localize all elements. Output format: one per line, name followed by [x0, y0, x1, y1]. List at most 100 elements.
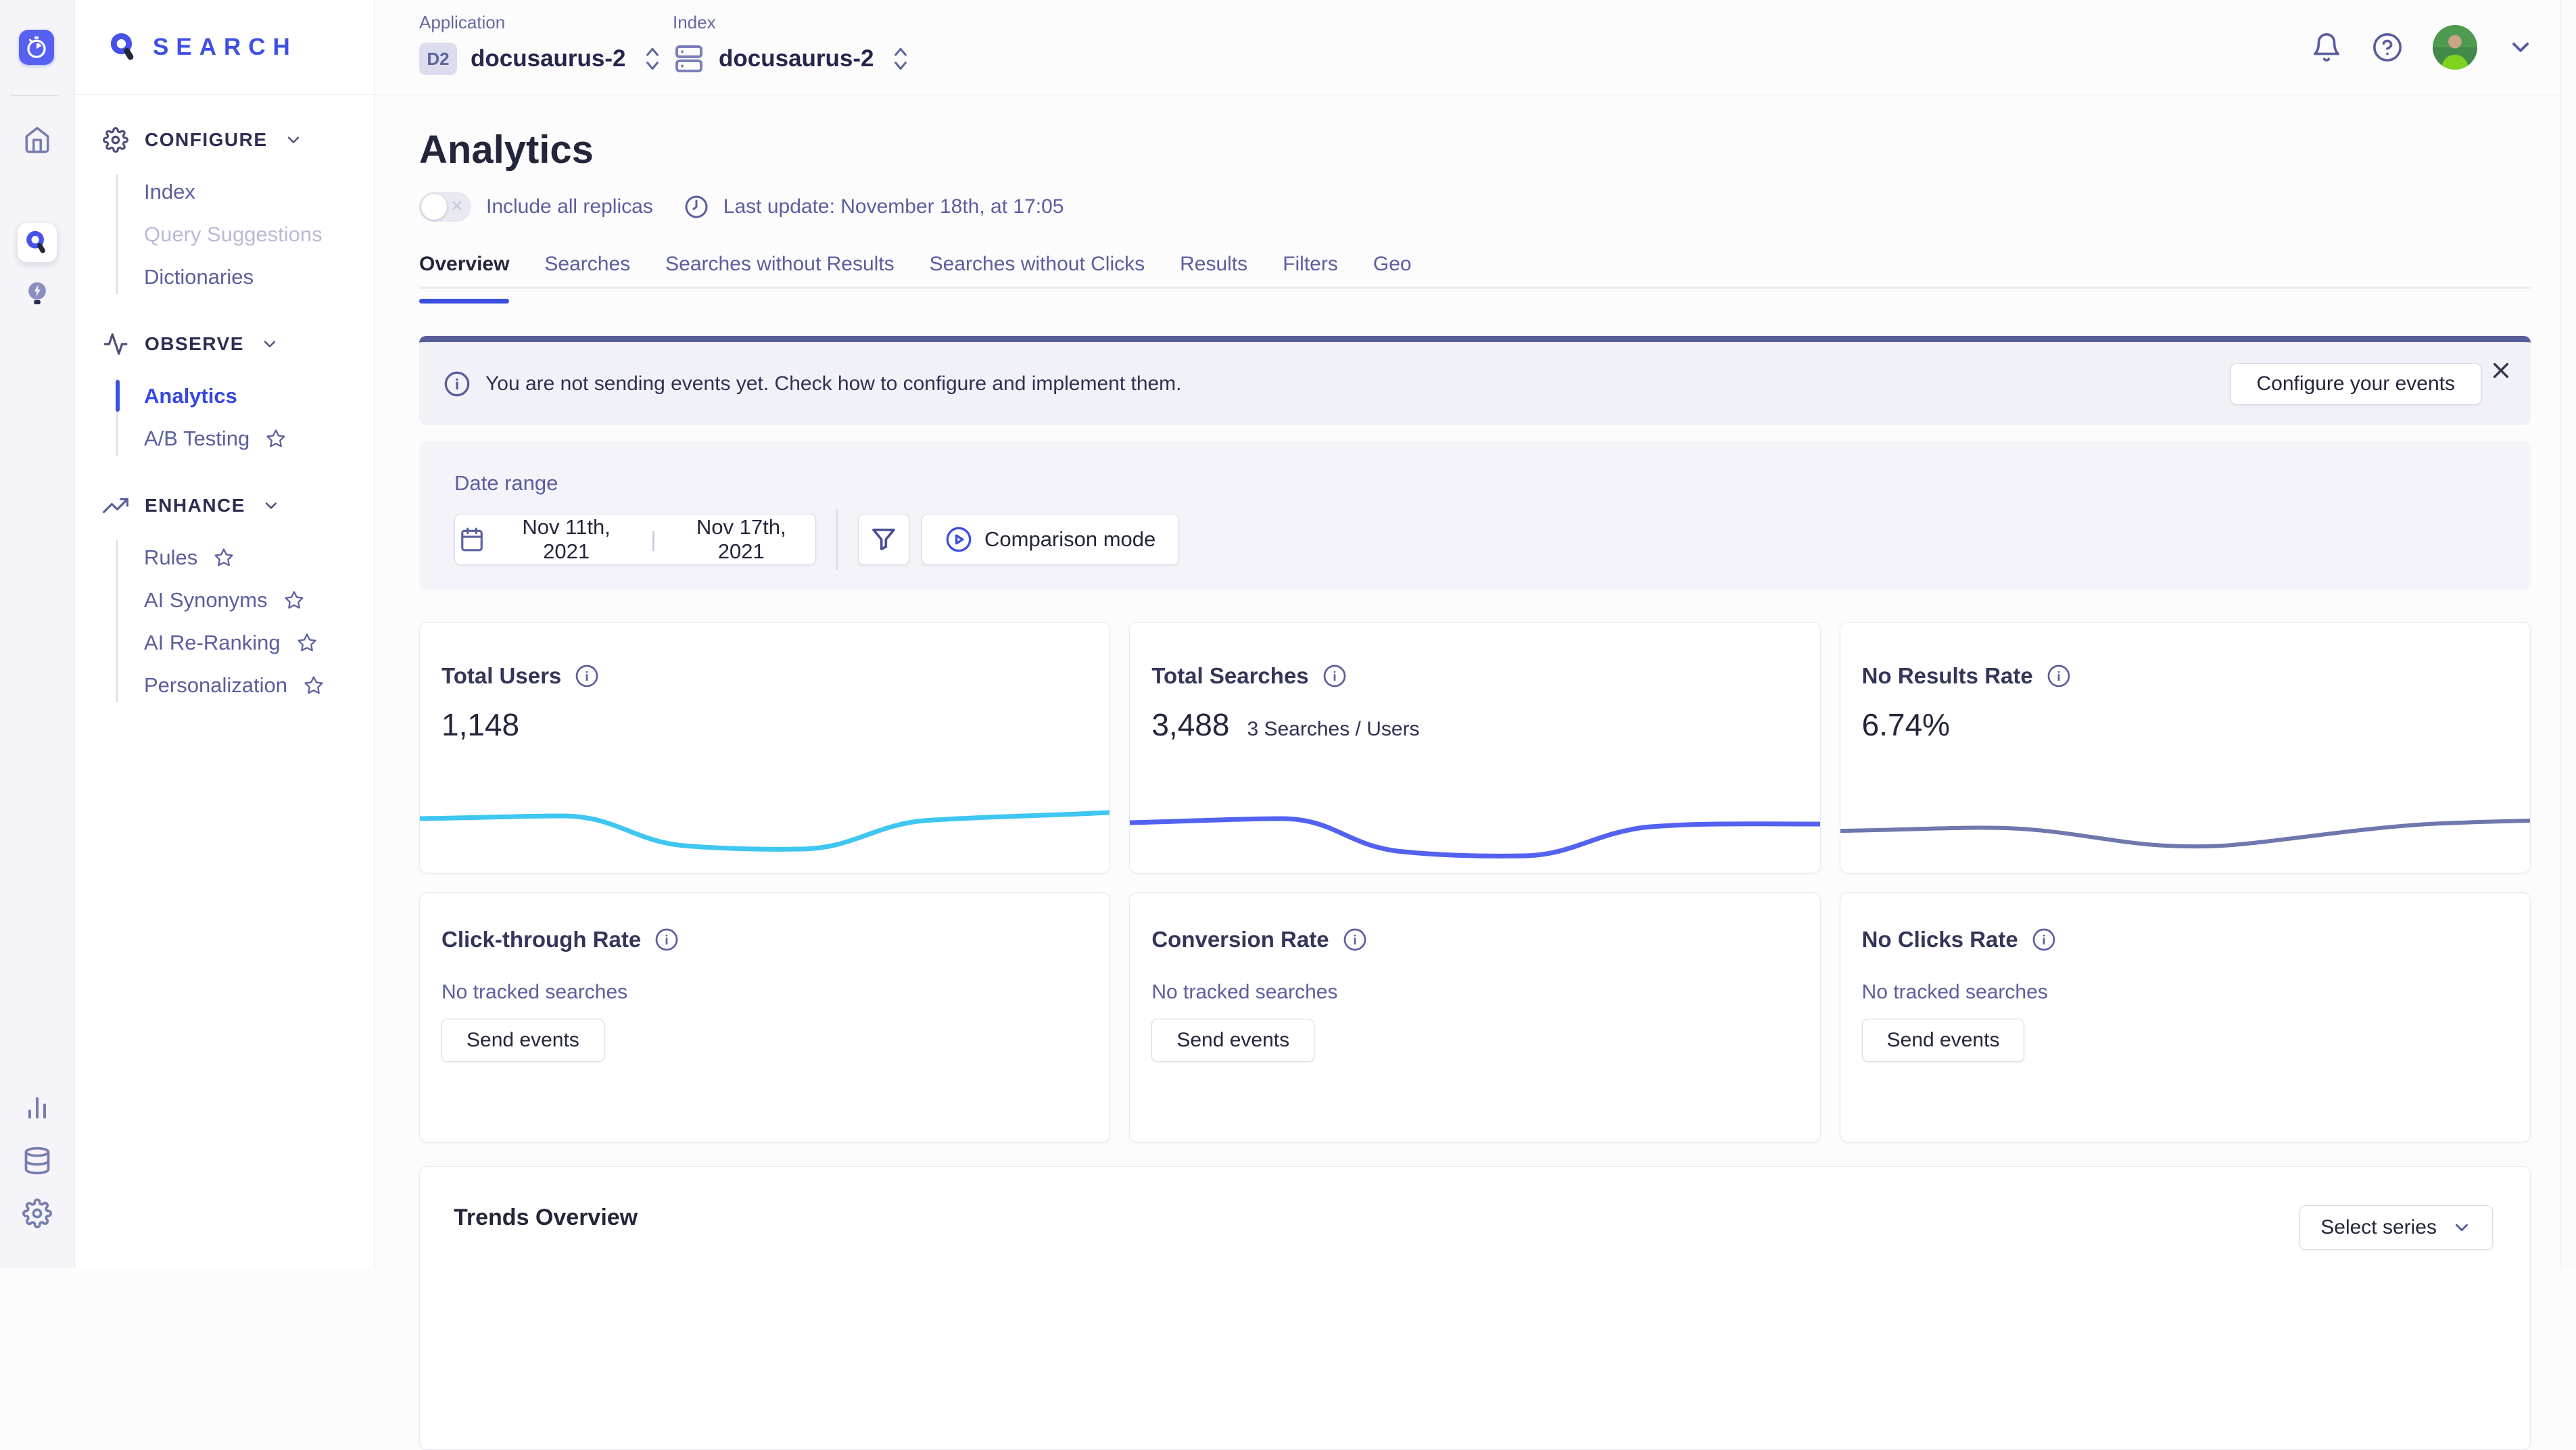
include-replicas-toggle[interactable]: ✕: [419, 192, 471, 222]
sidebar-section-enhance[interactable]: ENHANCE: [74, 483, 374, 528]
sidebar-item-label: Personalization: [144, 673, 287, 698]
user-avatar[interactable]: [2433, 25, 2477, 70]
info-icon[interactable]: [2032, 927, 2056, 952]
search-logo-icon: [108, 32, 139, 63]
chevron-down-icon: [262, 496, 281, 515]
star-icon[interactable]: [304, 675, 324, 696]
application-selector: Application D2 docusaurus-2: [419, 12, 661, 75]
info-icon[interactable]: [2047, 664, 2071, 688]
bar-chart-icon[interactable]: [22, 1092, 52, 1122]
app-logo[interactable]: [19, 30, 54, 65]
star-icon[interactable]: [214, 548, 234, 568]
sidebar-item-analytics[interactable]: Analytics: [144, 374, 374, 417]
trends-overview-title: Trends Overview: [454, 1205, 638, 1230]
info-icon[interactable]: [654, 927, 679, 952]
send-events-button[interactable]: Send events: [1862, 1019, 2025, 1062]
last-update-text: Last update: November 18th, at 17:05: [723, 195, 1064, 218]
brand: SEARCH: [74, 0, 374, 95]
application-select[interactable]: D2 docusaurus-2: [419, 43, 661, 75]
select-series-button[interactable]: Select series: [2299, 1205, 2493, 1250]
account-chevron-down-icon[interactable]: [2507, 34, 2534, 61]
sidebar-item-ab-testing[interactable]: A/B Testing: [144, 417, 374, 460]
sidebar-section-configure[interactable]: CONFIGURE: [74, 118, 374, 162]
select-arrows-icon: [644, 46, 661, 72]
comparison-mode-button[interactable]: Comparison mode: [922, 514, 1179, 565]
send-events-button[interactable]: Send events: [1151, 1019, 1314, 1062]
total-users-value: 1,148: [442, 706, 519, 743]
section-title: CONFIGURE: [145, 129, 268, 151]
calendar-icon: [459, 527, 485, 552]
info-icon[interactable]: [1343, 927, 1367, 952]
database-icon[interactable]: [22, 1146, 52, 1176]
scrollbar-track[interactable]: [2560, 0, 2576, 1268]
no-tracked-searches-text: No tracked searches: [1862, 981, 2498, 1004]
topbar: Application D2 docusaurus-2 Index docusa…: [374, 0, 2561, 95]
click-through-rate-card: Click-through Rate No tracked searches S…: [419, 892, 1110, 1142]
sidebar-item-ai-re-ranking[interactable]: AI Re-Ranking: [144, 621, 374, 664]
sidebar-item-personalization[interactable]: Personalization: [144, 664, 374, 706]
star-icon[interactable]: [266, 429, 286, 449]
brand-name: SEARCH: [153, 34, 297, 61]
page-title: Analytics: [419, 130, 2531, 170]
sidebar-section-observe[interactable]: OBSERVE: [74, 322, 374, 366]
app-rail: [0, 0, 75, 1268]
comparison-mode-label: Comparison mode: [984, 527, 1155, 552]
total-users-card: Total Users 1,148: [419, 622, 1110, 873]
toggle-knob: [421, 194, 447, 220]
chevron-down-icon: [2452, 1217, 2472, 1238]
tab-searches-without-results[interactable]: Searches without Results: [665, 253, 895, 287]
tab-searches[interactable]: Searches: [544, 253, 630, 287]
close-icon[interactable]: [2486, 356, 2516, 385]
no-results-rate-sparkline: [1840, 777, 2530, 865]
searches-per-user: 3 Searches / Users: [1247, 718, 1419, 741]
info-icon[interactable]: [575, 664, 599, 688]
sidebar-item-dictionaries[interactable]: Dictionaries: [144, 256, 374, 298]
activity-icon: [103, 331, 128, 357]
info-icon[interactable]: [1322, 664, 1347, 688]
clock-icon: [684, 195, 709, 219]
vertical-divider: [836, 509, 838, 570]
date-end: Nov 17th, 2021: [671, 515, 811, 564]
star-icon[interactable]: [297, 633, 317, 653]
index-select[interactable]: docusaurus-2: [673, 43, 909, 75]
section-title: OBSERVE: [145, 333, 244, 355]
configure-events-button[interactable]: Configure your events: [2231, 363, 2482, 405]
lightbulb-bolt-icon[interactable]: [22, 279, 52, 308]
date-range-panel: Date range Nov 11th, 2021 | Nov 17th, 20…: [419, 441, 2531, 589]
date-range-button[interactable]: Nov 11th, 2021 | Nov 17th, 2021: [454, 514, 816, 565]
tab-filters[interactable]: Filters: [1283, 253, 1338, 287]
play-circle-icon: [945, 526, 972, 553]
sidebar-item-label: Analytics: [144, 384, 237, 408]
home-icon[interactable]: [23, 126, 51, 154]
sidebar-item-label: Query Suggestions: [144, 222, 323, 247]
search-nav-tile[interactable]: [18, 223, 57, 262]
active-indicator: [116, 380, 120, 412]
tab-results[interactable]: Results: [1180, 253, 1247, 287]
tab-searches-without-clicks[interactable]: Searches without Clicks: [930, 253, 1145, 287]
card-title: No Clicks Rate: [1862, 927, 2018, 952]
sidebar-item-label: Rules: [144, 546, 197, 570]
help-icon[interactable]: [2372, 32, 2403, 63]
filter-funnel-button[interactable]: [858, 514, 909, 565]
tab-overview[interactable]: Overview: [419, 253, 509, 287]
sidebar-item-index[interactable]: Index: [144, 170, 374, 213]
index-label: Index: [673, 12, 909, 33]
star-icon[interactable]: [284, 590, 304, 610]
sidebar-item-label: Dictionaries: [144, 265, 254, 289]
sidebar-item-rules[interactable]: Rules: [144, 536, 374, 579]
events-banner: You are not sending events yet. Check ho…: [419, 336, 2531, 425]
section-rule: [116, 174, 118, 294]
send-events-button[interactable]: Send events: [442, 1019, 604, 1062]
sidebar-item-query-suggestions[interactable]: Query Suggestions: [144, 213, 374, 256]
card-title: Total Users: [442, 663, 561, 689]
section-rule: [116, 540, 118, 702]
sidebar: SEARCH CONFIGURE Index Query Suggestions…: [74, 0, 375, 1268]
gear-icon[interactable]: [22, 1199, 52, 1228]
tab-geo[interactable]: Geo: [1373, 253, 1412, 287]
sidebar-item-ai-synonyms[interactable]: AI Synonyms: [144, 579, 374, 621]
sidebar-item-label: Index: [144, 180, 195, 204]
notifications-bell-icon[interactable]: [2311, 32, 2342, 63]
total-searches-value: 3,488: [1151, 706, 1229, 743]
date-start: Nov 11th, 2021: [497, 515, 636, 564]
analytics-tabs: Overview Searches Searches without Resul…: [419, 253, 2531, 289]
